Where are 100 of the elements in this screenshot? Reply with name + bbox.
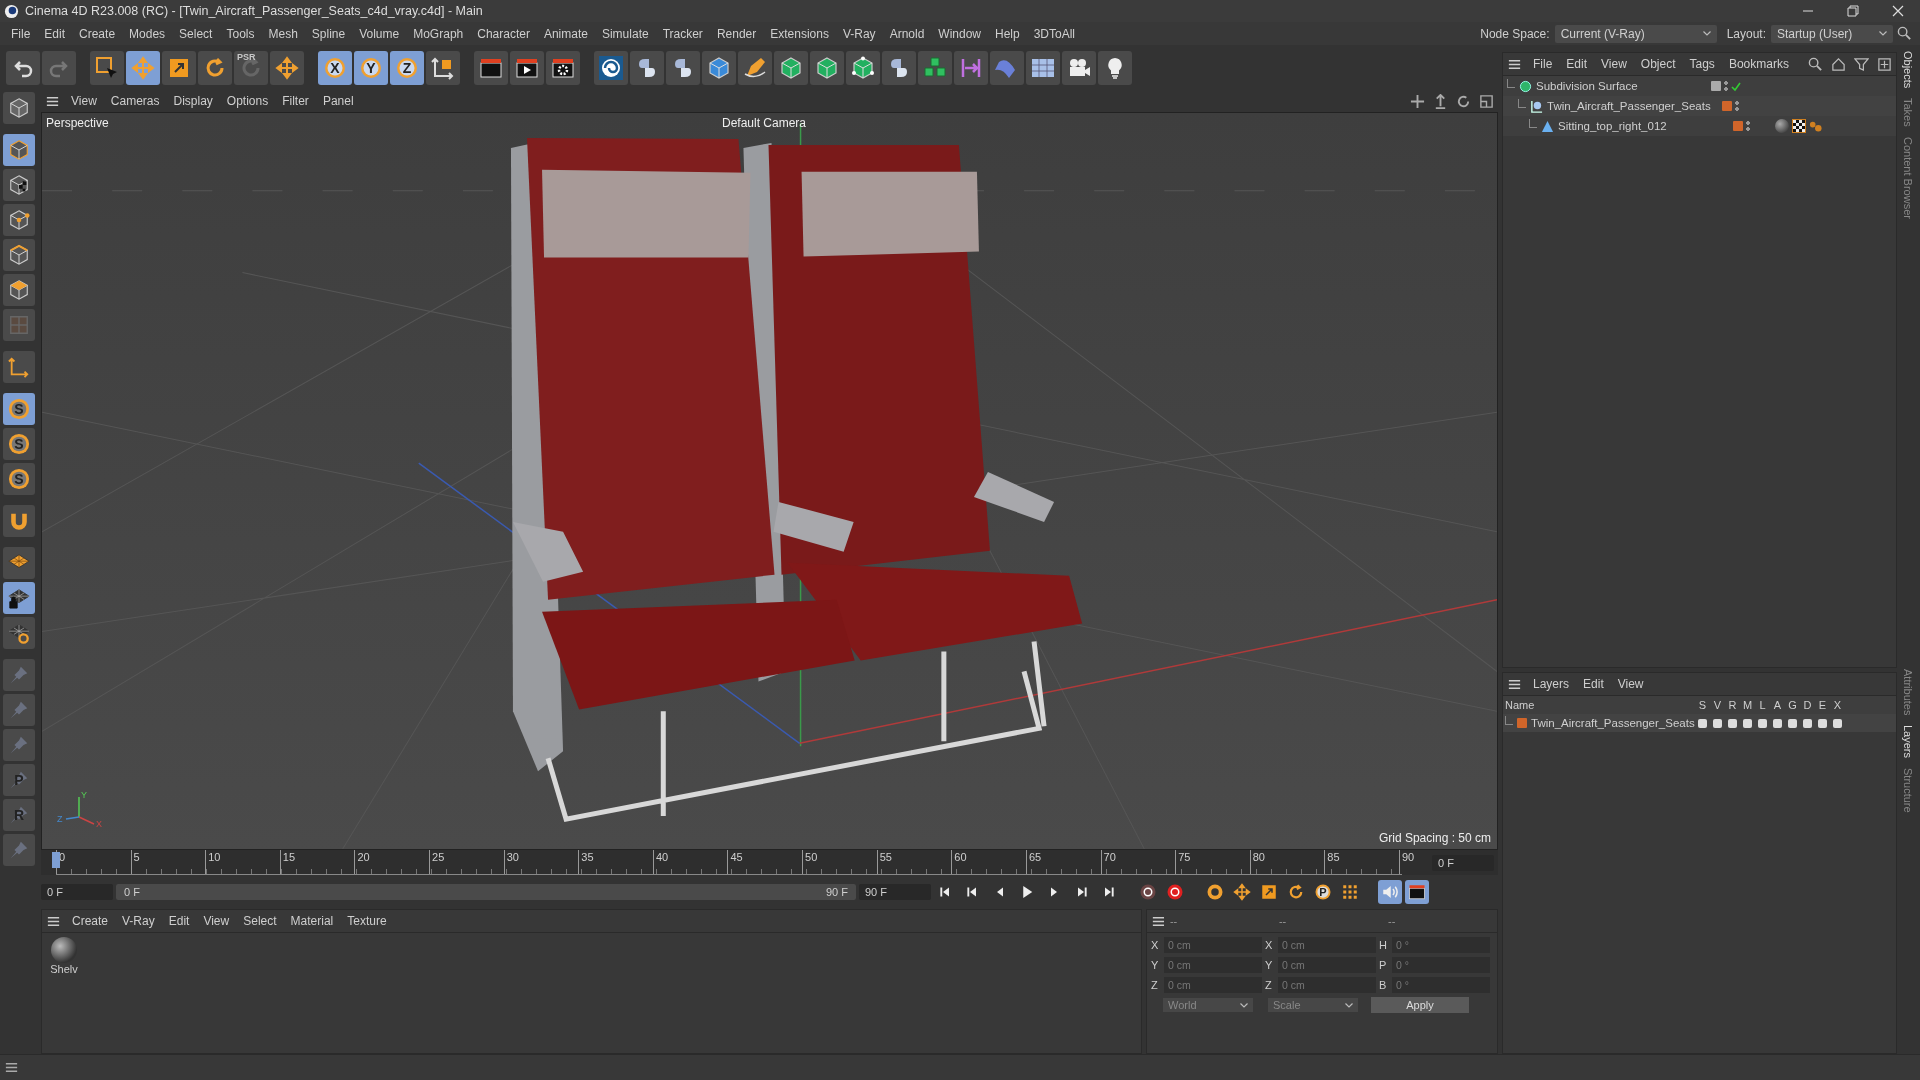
material-preview[interactable]: [51, 937, 77, 963]
tool-button[interactable]: [546, 50, 580, 85]
menu-item[interactable]: 3DToAll: [1026, 26, 1083, 41]
tool-button[interactable]: S: [3, 463, 35, 495]
restore-icon[interactable]: [1846, 5, 1859, 17]
tool-button[interactable]: [630, 50, 664, 85]
tool-button[interactable]: [918, 50, 952, 85]
tool-button[interactable]: [474, 50, 508, 85]
material-menu-item[interactable]: Edit: [161, 914, 197, 928]
tool-button[interactable]: [270, 50, 304, 85]
tool-button[interactable]: X: [318, 50, 352, 85]
visibility-dots-icon[interactable]: [1724, 80, 1728, 92]
checker-tag-icon[interactable]: [1792, 119, 1806, 133]
menu-item[interactable]: MoGraph: [406, 26, 471, 41]
layers-menu-item[interactable]: View: [1610, 677, 1651, 691]
toggle-box[interactable]: [1711, 81, 1721, 91]
viewport-menu-item[interactable]: Display: [166, 94, 220, 108]
tool-button[interactable]: [774, 50, 808, 85]
side-tab[interactable]: Structure: [1902, 768, 1914, 814]
menu-item[interactable]: Volume: [352, 26, 407, 41]
search-icon[interactable]: [1808, 56, 1823, 72]
close-icon[interactable]: [1891, 5, 1904, 17]
maximize-icon[interactable]: [1479, 93, 1494, 109]
playback-button[interactable]: [1405, 880, 1429, 904]
material-tag-icon[interactable]: [1775, 119, 1789, 133]
viewport-menu-item[interactable]: Panel: [315, 94, 361, 108]
side-tab[interactable]: Takes: [1902, 98, 1914, 128]
tool-button[interactable]: [882, 50, 916, 85]
menu-item[interactable]: Window: [931, 26, 988, 41]
object-name[interactable]: Subdivision Surface: [1536, 80, 1638, 92]
menu-item[interactable]: Simulate: [594, 26, 656, 41]
objects-menu-item[interactable]: Edit: [1559, 57, 1595, 71]
menu-item[interactable]: Create: [72, 26, 123, 41]
tool-button[interactable]: [3, 582, 35, 614]
material-menu-item[interactable]: Material: [283, 914, 341, 928]
menu-icon[interactable]: [4, 1060, 19, 1075]
layer-color-chip[interactable]: [1722, 101, 1732, 111]
objects-menu-item[interactable]: View: [1594, 57, 1634, 71]
apply-button[interactable]: Apply: [1371, 997, 1469, 1013]
end-frame-field[interactable]: 90 F: [859, 884, 931, 900]
side-tab[interactable]: Attributes: [1902, 669, 1914, 716]
menu-item[interactable]: Render: [709, 26, 764, 41]
menu-item[interactable]: Mesh: [261, 26, 305, 41]
tool-button[interactable]: Z: [390, 50, 424, 85]
layers-menu-item[interactable]: Edit: [1576, 677, 1611, 691]
viewport[interactable]: Perspective Default Camera Grid Spacing : 50 cm Y Z X: [41, 112, 1498, 850]
menu-item[interactable]: Tools: [219, 26, 262, 41]
orbit-icon[interactable]: [1456, 93, 1471, 109]
menu-item[interactable]: Arnold: [882, 26, 932, 41]
side-tab[interactable]: Layers: [1902, 725, 1914, 759]
menu-item[interactable]: Character: [470, 26, 537, 41]
minimize-icon[interactable]: [1801, 10, 1814, 12]
start-frame-field[interactable]: 0 F: [41, 884, 113, 900]
menu-item[interactable]: Edit: [37, 26, 73, 41]
tool-button[interactable]: [1062, 50, 1096, 85]
tool-button[interactable]: [1098, 50, 1132, 85]
tool-button[interactable]: [126, 50, 160, 85]
material-name[interactable]: Shelv: [50, 963, 78, 975]
visibility-dots-icon[interactable]: [1735, 100, 1739, 112]
current-frame-field[interactable]: 0 F: [1432, 854, 1494, 871]
menu-item[interactable]: File: [4, 26, 38, 41]
tool-button[interactable]: S: [3, 428, 35, 460]
tool-button[interactable]: [1026, 50, 1060, 85]
dolly-icon[interactable]: [1433, 93, 1448, 109]
playback-button[interactable]: P: [1311, 880, 1335, 904]
viewport-menu-item[interactable]: Options: [219, 94, 276, 108]
enabled-check-icon[interactable]: [1731, 81, 1741, 91]
node-space-dropdown[interactable]: Current (V-Ray): [1554, 24, 1717, 43]
object-name[interactable]: Sitting_top_right_012: [1558, 120, 1667, 132]
objects-menu-item[interactable]: File: [1526, 57, 1560, 71]
tool-button[interactable]: [702, 50, 736, 85]
menu-item[interactable]: Select: [172, 26, 220, 41]
home-icon[interactable]: [1831, 56, 1846, 72]
material-menu-item[interactable]: V-Ray: [115, 914, 162, 928]
side-tab[interactable]: Objects: [1902, 51, 1914, 89]
material-menu-item[interactable]: Create: [65, 914, 116, 928]
visibility-dots-icon[interactable]: [1746, 120, 1750, 132]
tool-button[interactable]: [198, 50, 232, 85]
menu-item[interactable]: Tracker: [655, 26, 710, 41]
viewport-menu-item[interactable]: Cameras: [103, 94, 167, 108]
tool-button[interactable]: [510, 50, 544, 85]
balls-tag-icon[interactable]: [1809, 119, 1822, 133]
tool-button[interactable]: [846, 50, 880, 85]
search-icon[interactable]: [1897, 26, 1912, 41]
objects-menu-item[interactable]: Bookmarks: [1721, 57, 1796, 71]
filter-icon[interactable]: [1854, 56, 1869, 72]
objects-menu-item[interactable]: Tags: [1682, 57, 1722, 71]
pan-icon[interactable]: [1410, 93, 1425, 109]
tool-button[interactable]: [3, 617, 35, 649]
layer-color-chip[interactable]: [1733, 121, 1743, 131]
side-tab[interactable]: Content Browser: [1902, 137, 1914, 219]
tool-button[interactable]: [162, 50, 196, 85]
menu-item[interactable]: Help: [988, 26, 1027, 41]
viewport-menu-item[interactable]: Filter: [275, 94, 316, 108]
tool-button[interactable]: [6, 50, 40, 85]
menu-item[interactable]: V-Ray: [835, 26, 883, 41]
material-menu-item[interactable]: Texture: [340, 914, 394, 928]
menu-item[interactable]: Extensions: [763, 26, 836, 41]
layer-color-chip[interactable]: [1517, 718, 1527, 728]
tool-button[interactable]: [3, 169, 35, 201]
